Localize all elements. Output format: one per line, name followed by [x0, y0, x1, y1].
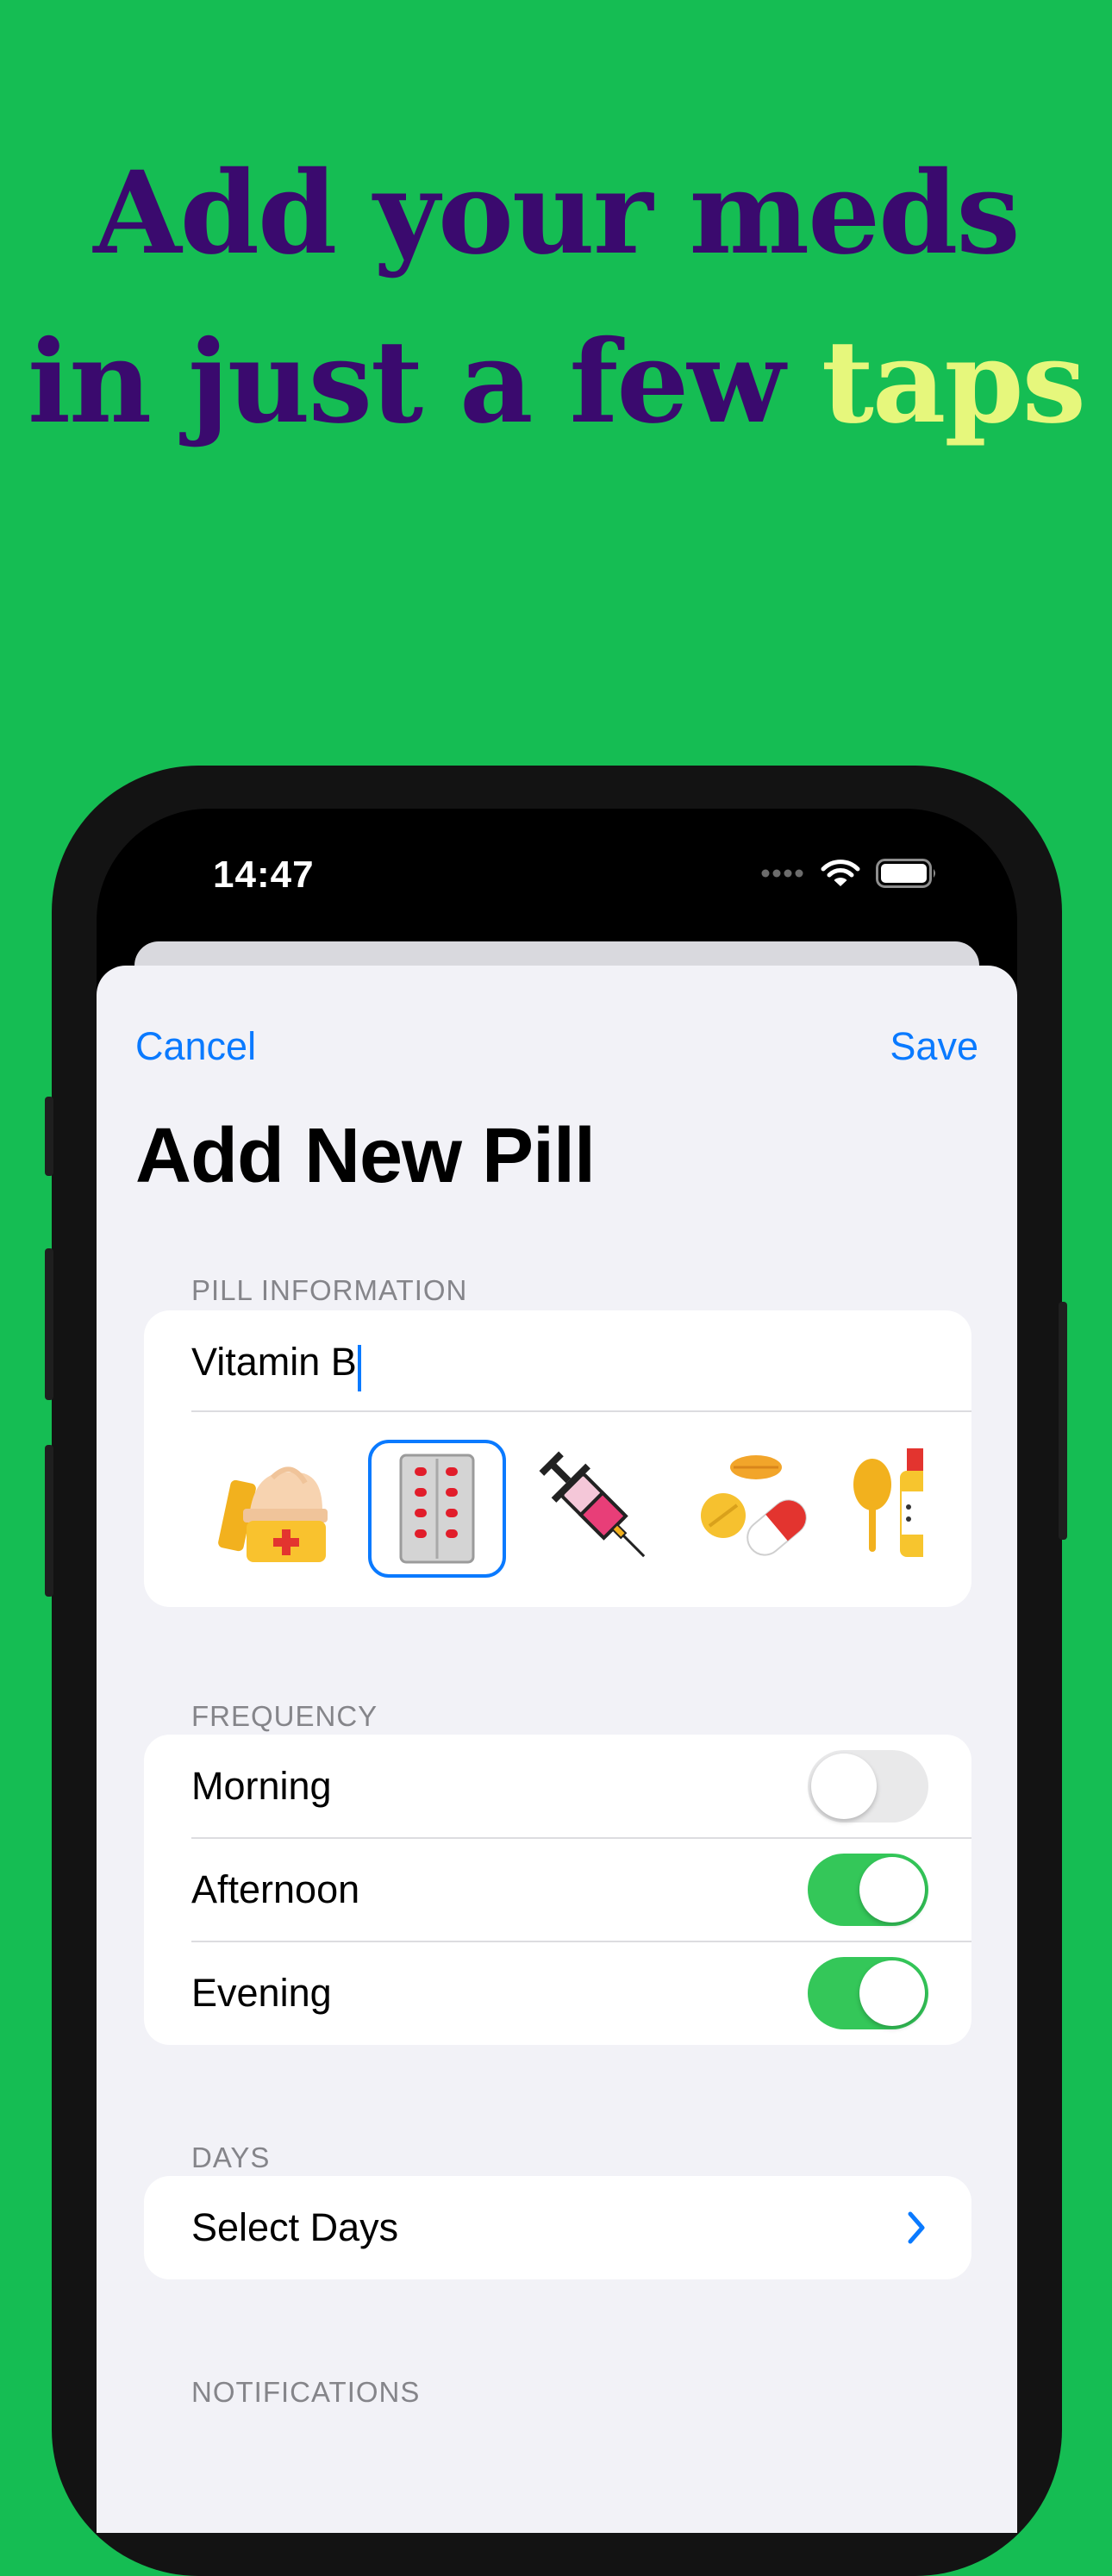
frequency-label: Morning [191, 1764, 332, 1808]
frequency-row-afternoon: Afternoon [144, 1838, 971, 1941]
section-header-notifications: NOTIFICATIONS [191, 2376, 421, 2408]
headline-line-2: in just a few taps [0, 298, 1112, 467]
pill-icon-option-selected[interactable] [368, 1440, 506, 1578]
select-days-label: Select Days [191, 2205, 399, 2249]
headline: Add your meds in just a few taps [0, 129, 1112, 467]
section-header-days: DAYS [191, 2141, 271, 2173]
chevron-right-icon [908, 2211, 925, 2244]
headline-line-1: Add your meds [93, 147, 1020, 280]
pill-information-card: Vitamin B [144, 1310, 971, 1607]
morning-toggle[interactable] [808, 1750, 928, 1823]
frequency-row-morning: Morning [144, 1735, 971, 1838]
phone-screen: 14:47 Cancel Save Add New Pill PILL INFO… [97, 809, 1017, 2533]
evening-toggle[interactable] [808, 1957, 928, 2029]
signal-dots-icon [761, 869, 803, 878]
spoon-bottle-icon [853, 1448, 923, 1557]
headline-highlight: taps [821, 316, 1086, 449]
toggle-knob [811, 1754, 877, 1819]
toggle-knob [859, 1960, 925, 2026]
pills-capsule-icon [701, 1455, 807, 1556]
section-header-pill-information: PILL INFORMATION [191, 1274, 468, 1306]
phone-volume-down [45, 1445, 53, 1597]
frequency-label: Afternoon [191, 1867, 360, 1911]
syringe-icon [539, 1451, 646, 1558]
save-button[interactable]: Save [890, 1024, 978, 1069]
phone-power-button [1059, 1302, 1067, 1540]
headline-line-2-prefix: in just a few [27, 316, 822, 449]
cancel-button[interactable]: Cancel [135, 1024, 256, 1069]
status-icons [760, 859, 938, 888]
status-time: 14:47 [213, 853, 315, 896]
section-header-frequency: FREQUENCY [191, 1700, 378, 1732]
add-pill-sheet: Cancel Save Add New Pill PILL INFORMATIO… [97, 966, 1017, 2533]
frequency-label: Evening [191, 1971, 332, 2015]
pill-icon-picker[interactable] [144, 1310, 923, 1607]
pill-icon-option[interactable] [209, 1440, 347, 1578]
page-title: Add New Pill [135, 1113, 596, 1199]
battery-icon [876, 859, 935, 888]
pill-icon-option[interactable] [687, 1440, 825, 1578]
pill-blister-icon [399, 1454, 475, 1564]
phone-silent-switch [45, 1097, 53, 1176]
select-days-row[interactable]: Select Days [144, 2176, 971, 2279]
pill-icon-option[interactable] [846, 1440, 923, 1578]
cream-jar-icon [218, 1466, 328, 1562]
frequency-card: Morning Afternoon Evening [144, 1735, 971, 2045]
afternoon-toggle[interactable] [808, 1854, 928, 1926]
frequency-row-evening: Evening [144, 1941, 971, 2045]
wifi-icon [821, 860, 860, 886]
phone-volume-up [45, 1248, 53, 1400]
toggle-knob [859, 1857, 925, 1923]
pill-icon-option[interactable] [528, 1440, 665, 1578]
